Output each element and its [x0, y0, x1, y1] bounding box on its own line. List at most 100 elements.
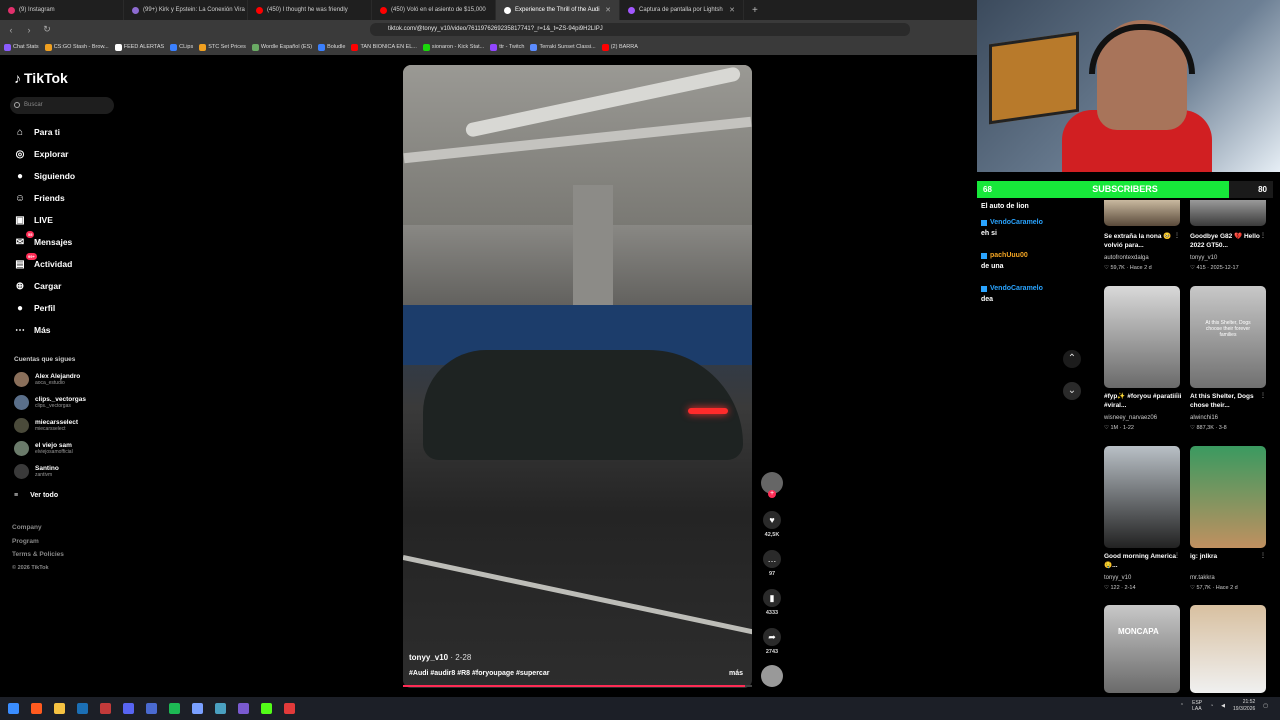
- tiktok-logo[interactable]: ♪ TikTok: [14, 70, 68, 86]
- more-button[interactable]: más: [729, 670, 743, 677]
- share-button[interactable]: ➦ 2743: [759, 628, 785, 655]
- following-account[interactable]: clips._vectorgas clips._vectorgas: [14, 395, 86, 410]
- video-author[interactable]: tonyy_v10 · 2-28: [409, 653, 471, 662]
- kebab-menu-icon[interactable]: ⋮: [1174, 232, 1180, 239]
- nav-item-parati[interactable]: ⌂ Para ti: [14, 126, 60, 138]
- bookmark-item[interactable]: CLips: [170, 43, 193, 51]
- video-hashtags[interactable]: #Audi #audir8 #R8 #foryoupage #supercar: [409, 670, 549, 677]
- next-video-button[interactable]: ⌄: [1063, 382, 1081, 400]
- browser-tab[interactable]: (450) Voló en el asiento de $15,000: [372, 0, 496, 20]
- bookmark-item[interactable]: Boludle: [318, 43, 345, 51]
- comment-button[interactable]: … 97: [759, 550, 785, 577]
- video-author[interactable]: alwinchi16: [1190, 415, 1218, 421]
- app-icon[interactable]: [192, 703, 203, 714]
- nav-item-siguiendo[interactable]: ● Siguiendo: [14, 170, 75, 182]
- app-icon[interactable]: [100, 703, 111, 714]
- kebab-menu-icon[interactable]: ⋮: [1260, 392, 1266, 399]
- video-thumbnail[interactable]: MONCAPA: [1104, 605, 1180, 693]
- video-author[interactable]: mr.takkra: [1190, 575, 1215, 581]
- wifi-icon[interactable]: ◔: [1210, 703, 1213, 709]
- nav-item-ms[interactable]: ⋯ Más: [14, 324, 51, 336]
- kick-icon[interactable]: [261, 703, 272, 714]
- video-progress[interactable]: [403, 685, 752, 687]
- new-tab-button[interactable]: +: [744, 5, 766, 16]
- chat-username[interactable]: VendoCaramelo: [981, 285, 1043, 292]
- browser-tab[interactable]: (450) I thought he was friendly: [248, 0, 372, 20]
- chat-username[interactable]: pachUuu00: [981, 252, 1028, 259]
- chevron-up-icon[interactable]: ⌃: [1180, 703, 1184, 709]
- video-title[interactable]: Good morning America 🤤...: [1104, 552, 1184, 570]
- video-author[interactable]: tonyy_v10: [1104, 575, 1131, 581]
- browser-tab[interactable]: (9) Instagram: [0, 0, 124, 20]
- creator-avatar-button[interactable]: +: [759, 472, 785, 498]
- language-indicator[interactable]: ESP LAA: [1192, 700, 1202, 712]
- browser-tab[interactable]: Experience the Thrill of the Audi ✕: [496, 0, 620, 20]
- following-account[interactable]: Alex Alejandro aoca_estudio: [14, 372, 80, 387]
- kebab-menu-icon[interactable]: ⋮: [1260, 552, 1266, 559]
- back-icon[interactable]: ‹: [6, 25, 16, 35]
- nav-item-mensajes[interactable]: ✉ 55 Mensajes: [14, 231, 72, 248]
- nav-item-explorar[interactable]: ◎ Explorar: [14, 148, 69, 160]
- bookmark-item[interactable]: ttr - Twitch: [490, 43, 524, 51]
- video-author[interactable]: autofrontexdalga: [1104, 255, 1149, 261]
- notification-icon[interactable]: ▢: [1263, 703, 1268, 709]
- app-icon[interactable]: [238, 703, 249, 714]
- app-icon[interactable]: [284, 703, 295, 714]
- sound-button[interactable]: [759, 665, 785, 687]
- close-icon[interactable]: ✕: [605, 6, 611, 14]
- previous-video-button[interactable]: ⌃: [1063, 350, 1081, 368]
- like-button[interactable]: ♥ 42,5K: [759, 511, 785, 538]
- reload-icon[interactable]: ↻: [42, 24, 52, 35]
- bookmark-item[interactable]: TAN BIONICA EN EL...: [351, 43, 417, 51]
- spotify-icon[interactable]: [169, 703, 180, 714]
- bookmark-item[interactable]: (2) BARRA: [601, 43, 638, 51]
- video-thumbnail[interactable]: [1104, 200, 1180, 226]
- close-icon[interactable]: ✕: [729, 6, 735, 14]
- follow-plus-icon[interactable]: +: [768, 490, 776, 498]
- video-thumbnail[interactable]: [1190, 446, 1266, 548]
- brave-browser-icon[interactable]: [31, 703, 42, 714]
- search-input[interactable]: Buscar: [10, 97, 114, 114]
- app-icon[interactable]: [215, 703, 226, 714]
- video-title[interactable]: Se extraña la nona 🥺 volvió para...: [1104, 232, 1184, 250]
- see-all-link[interactable]: ≡ Ver todo: [14, 492, 58, 499]
- steam-icon[interactable]: [77, 703, 88, 714]
- nav-item-actividad[interactable]: ▤ 99+ Actividad: [14, 253, 72, 270]
- footer-link[interactable]: Program: [12, 538, 39, 545]
- clock[interactable]: 21:52 19/3/2026: [1233, 699, 1255, 712]
- bookmark-item[interactable]: CS:GO Stash - Brow...: [44, 43, 109, 51]
- following-account[interactable]: miecarsselect miecarsselect: [14, 418, 78, 433]
- bookmark-item[interactable]: FEED ALERTAS: [114, 43, 164, 51]
- bookmark-item[interactable]: STC Set Prices: [199, 43, 246, 51]
- forward-icon[interactable]: ›: [24, 25, 34, 35]
- video-author[interactable]: wisneey_narvaez06: [1104, 415, 1157, 421]
- video-thumbnail[interactable]: [1190, 200, 1266, 226]
- bookmark-item[interactable]: sionaron - Kick Stat...: [422, 43, 484, 51]
- nav-item-cargar[interactable]: ⊕ Cargar: [14, 280, 62, 292]
- file-explorer-icon[interactable]: [54, 703, 65, 714]
- app-icon[interactable]: [146, 703, 157, 714]
- browser-tab[interactable]: (99+) Kirk y Epstein: La Conexión Vira: [124, 0, 248, 20]
- volume-icon[interactable]: ◀: [1221, 703, 1225, 709]
- discord-icon[interactable]: [123, 703, 134, 714]
- windows-start-icon[interactable]: [8, 703, 19, 714]
- video-title[interactable]: #fyp✨ #foryou #paratiiiii #viral...: [1104, 392, 1184, 410]
- video-thumbnail[interactable]: [1104, 286, 1180, 388]
- nav-item-friends[interactable]: ☺ Friends: [14, 192, 65, 204]
- nav-item-perfil[interactable]: ● Perfil: [14, 302, 55, 314]
- save-button[interactable]: ▮ 4333: [759, 589, 785, 616]
- footer-link[interactable]: Company: [12, 524, 42, 531]
- footer-link[interactable]: Terms & Policies: [12, 551, 64, 558]
- url-bar[interactable]: tiktok.com/@tonyy_v10/video/761197626923…: [370, 23, 910, 36]
- chat-username[interactable]: VendoCaramelo: [981, 219, 1043, 226]
- video-thumbnail[interactable]: [1104, 446, 1180, 548]
- following-account[interactable]: Santino zantivm: [14, 464, 59, 479]
- bookmark-item[interactable]: Terraki Sunset Classi...: [530, 43, 596, 51]
- video-author[interactable]: tonyy_v10: [1190, 255, 1217, 261]
- video-title[interactable]: At this Shelter, Dogs chose their...: [1190, 392, 1270, 410]
- kebab-menu-icon[interactable]: ⋮: [1260, 232, 1266, 239]
- nav-item-live[interactable]: ▣ LIVE: [14, 214, 53, 226]
- video-player[interactable]: [403, 65, 752, 688]
- video-title[interactable]: ig: jnlkra: [1190, 552, 1270, 561]
- bookmark-item[interactable]: Wordle Español (ES): [251, 43, 312, 51]
